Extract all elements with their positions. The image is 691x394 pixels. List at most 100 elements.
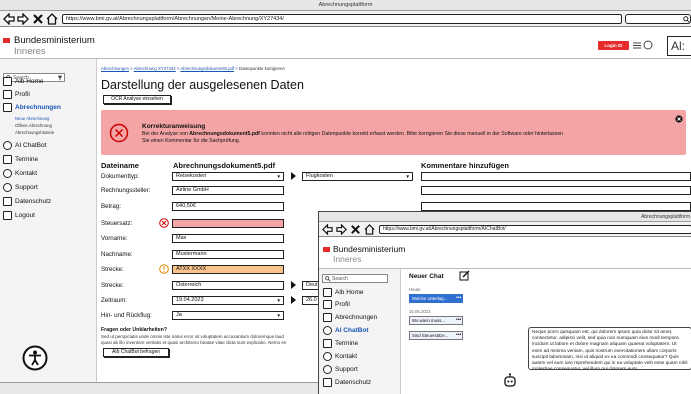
- comment-field[interactable]: [421, 186, 691, 195]
- steuersatz-input[interactable]: [172, 219, 284, 228]
- brand-name: Bundesministerium: [333, 244, 406, 254]
- sidebar-item-profil[interactable]: Profil: [3, 90, 30, 99]
- betrag-input[interactable]: 640,50€: [172, 202, 284, 211]
- help-text: Sed ut perspiciatis unde omnis iste natu…: [101, 334, 284, 339]
- profile-icon: [323, 300, 332, 309]
- error-icon: [109, 123, 129, 143]
- sidebar-item-termine[interactable]: Termine: [3, 155, 38, 164]
- new-chat-edit-icon[interactable]: [459, 270, 470, 281]
- url-bar[interactable]: https://www.bmi.gv.at/Abrechnungsplattfo…: [379, 225, 691, 234]
- sidebar-item-home[interactable]: Alb Home: [323, 288, 364, 297]
- hin-rueckflug-select[interactable]: Ja: [172, 311, 284, 320]
- breadcrumb-item[interactable]: Abrechnungen: [101, 66, 129, 71]
- sidebar-item-home[interactable]: Alb Home: [3, 77, 44, 86]
- correction-alert: Korrekturanweisung Bei der Analyse von A…: [101, 110, 686, 155]
- menu-icon[interactable]: [632, 41, 642, 50]
- form-filename: Abrechnungsdokument5.pdf: [173, 161, 276, 170]
- zeitraum-end-input[interactable]: 26.0: [302, 296, 319, 305]
- sidebar-item-support[interactable]: Support: [323, 365, 358, 374]
- app-header: Bundesministerium Inneres: [319, 237, 691, 269]
- comment-field[interactable]: [421, 172, 691, 181]
- arrow-right-icon: [291, 172, 296, 180]
- browser-title: Abrechnungsplattform: [318, 2, 373, 8]
- chat-history-item-active[interactable]: Welche Unterlag...: [409, 294, 463, 303]
- sidebar-item-abrechnungen[interactable]: Abrechnungen: [323, 313, 377, 322]
- close-icon[interactable]: [32, 13, 44, 25]
- sidebar-item-profil[interactable]: Profil: [323, 300, 350, 309]
- sidebar-item-datenschutz[interactable]: Datenschutz: [323, 378, 371, 387]
- sidebar-item-termine[interactable]: Termine: [323, 339, 358, 348]
- comment-field[interactable]: [421, 202, 691, 211]
- chatbot-browser-window: Abrechnungsplattform https://www.bmi.gv.…: [318, 211, 691, 394]
- sidebar-item-chatbot[interactable]: AI ChatBot: [323, 326, 369, 335]
- ocr-analysis-button[interactable]: OCR Analyse einsehen: [103, 95, 171, 104]
- chat-history-item[interactable]: Sind Steuersätze...: [409, 331, 463, 340]
- accessibility-icon[interactable]: [22, 345, 48, 371]
- forward-icon[interactable]: [17, 13, 29, 25]
- sidebar-item-datenschutz[interactable]: Datenschutz: [3, 197, 51, 206]
- home-icon[interactable]: [364, 224, 375, 235]
- home-icon: [3, 77, 12, 86]
- lock-icon: [3, 197, 12, 206]
- language-badge[interactable]: Al:: [667, 36, 691, 56]
- close-icon[interactable]: [350, 224, 361, 235]
- alert-text-a: Bei der Analyse von: [142, 131, 190, 137]
- documents-icon: [323, 313, 332, 322]
- sidebar-item-abrechnungen[interactable]: Abrechnungen: [3, 103, 61, 112]
- rechnungssteller-input[interactable]: Airline GmbH: [172, 186, 284, 195]
- sidebar-subitem-neue[interactable]: Neue Abrechnung: [15, 116, 49, 121]
- home-icon[interactable]: [46, 13, 58, 25]
- sidebar-subitem-historie[interactable]: Abrechnungshistorie: [15, 130, 54, 135]
- more-icon[interactable]: •••: [456, 332, 461, 338]
- nachname-input[interactable]: Mustermann: [172, 250, 284, 259]
- info-icon: [323, 365, 332, 374]
- search-placeholder: Search: [332, 276, 348, 282]
- sidebar-item-kontakt[interactable]: Kontakt: [3, 169, 37, 178]
- brand-subtitle: Inneres: [14, 46, 46, 57]
- breadcrumb-item[interactable]: Abrechnung XY27434: [134, 66, 176, 71]
- url-bar[interactable]: https://www.bmi.gv.at/Abrechnungsplattfo…: [62, 14, 622, 24]
- more-icon[interactable]: •••: [456, 295, 461, 301]
- more-icon[interactable]: •••: [456, 317, 461, 323]
- alert-filename: Abrechnungsdokument5.pdf: [189, 131, 260, 137]
- sidebar-item-chatbot[interactable]: AI ChatBot: [3, 141, 46, 150]
- sidebar-item-label: Kontakt: [15, 170, 38, 177]
- sidebar-item-kontakt[interactable]: Kontakt: [323, 352, 357, 361]
- sidebar-item-label: Support: [15, 184, 38, 191]
- back-icon[interactable]: [322, 224, 333, 235]
- info-icon: [3, 183, 12, 192]
- sidebar-item-label: Datenschutz: [335, 379, 372, 386]
- login-button[interactable]: Login ID Austria: [598, 41, 629, 57]
- ask-chatbot-button[interactable]: AIb ChatBot befragen: [103, 348, 169, 357]
- strecke-input-warning[interactable]: ATXX XXXX: [172, 265, 284, 274]
- subcategory-select[interactable]: Flugkosten: [302, 172, 413, 181]
- sidebar-item-support[interactable]: Support: [3, 183, 38, 192]
- globe-icon[interactable]: [643, 40, 653, 50]
- field-label: Dokumenttyp:: [101, 173, 140, 180]
- close-alert-icon[interactable]: [675, 115, 683, 123]
- strecke-input[interactable]: Österreich: [172, 281, 284, 290]
- sidebar-subitem-offene[interactable]: Offene Abrechnung: [15, 123, 52, 128]
- brand-name: Bundesministerium: [14, 35, 95, 46]
- sidebar-item-logout[interactable]: Logout: [3, 211, 35, 220]
- dokumenttyp-select[interactable]: Reisekosten: [172, 172, 284, 181]
- chat-history-item[interactable]: Wo wann muss...: [409, 316, 463, 325]
- forward-icon[interactable]: [336, 224, 347, 235]
- sidebar-item-label: Abrechnungen: [335, 314, 378, 321]
- sidebar-search-input[interactable]: Search: [322, 274, 388, 283]
- browser-title-bar: Abrechnungsplattform: [0, 0, 691, 11]
- breadcrumb-item[interactable]: Abrechnungsdokument5.pdf: [180, 66, 234, 71]
- chatbot-icon: [323, 326, 332, 335]
- calendar-icon: [323, 339, 332, 348]
- chat-bubble-icon: [3, 169, 12, 178]
- brand-subtitle: Inneres: [333, 254, 362, 264]
- back-icon[interactable]: [3, 13, 15, 25]
- vorname-input[interactable]: Max: [172, 234, 284, 243]
- browser-search-box[interactable]: [625, 14, 691, 24]
- new-chat-title: Neuer Chat: [409, 273, 444, 280]
- browser-title-bar: Abrechnungsplattform: [319, 212, 691, 222]
- field-label: Betrag:: [101, 203, 121, 210]
- strecke-destination-input[interactable]: Deut: [302, 281, 319, 290]
- lock-icon: [323, 378, 332, 387]
- zeitraum-select[interactable]: 19.04.2023: [172, 296, 284, 305]
